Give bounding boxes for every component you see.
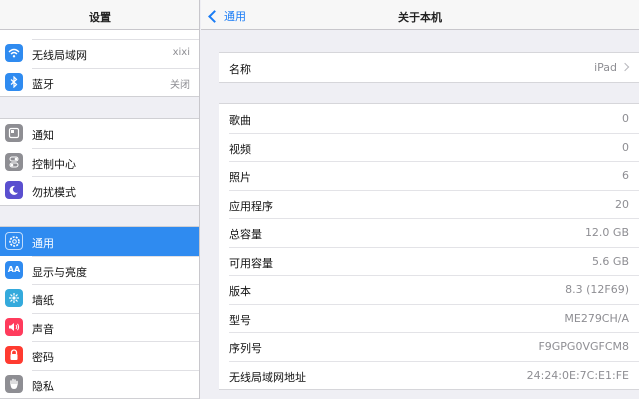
chevron-right-icon	[620, 62, 630, 72]
info-group: 歌曲 0 视频 0 照片 6 应用程序 20 总容量 12.0 GB 可用容量 5.6 GB 版本 8.3…	[219, 103, 639, 390]
sidebar-item-wallpaper[interactable]: 墙纸	[0, 284, 199, 313]
row-value: 8.3 (12F69)	[565, 283, 629, 296]
sidebar-item-label: 控制中心	[32, 157, 76, 171]
sidebar-item-bluetooth[interactable]: 蓝牙 关闭	[0, 67, 199, 97]
sidebar-item-notifications[interactable]: 通知	[0, 119, 199, 148]
name-row[interactable]: 名称 iPad	[219, 53, 639, 82]
row-label: 照片	[229, 171, 251, 184]
sidebar-item-label: 密码	[32, 351, 54, 364]
row-divider	[229, 218, 639, 219]
sidebar: 设置 无线局域网 xixi 蓝牙 关闭 通知 控制中心 勿扰模式 通用 AA 显…	[0, 0, 200, 399]
sidebar-item-label: 隐私	[32, 379, 54, 393]
sidebar-item-label: 声音	[32, 322, 54, 336]
info-row: 应用程序 20	[219, 189, 639, 219]
gear-icon	[5, 232, 23, 250]
row-divider	[229, 303, 639, 305]
row-divider	[229, 189, 639, 191]
sidebar-item-sounds[interactable]: 声音	[0, 312, 199, 342]
display-icon: AA	[5, 260, 23, 279]
sound-icon	[5, 317, 23, 336]
info-row: 照片 6	[219, 161, 639, 190]
sidebar-item-label: 通知	[32, 129, 54, 142]
sidebar-item-label: 通用	[32, 237, 54, 250]
row-value: 20	[615, 197, 629, 211]
info-row: 序列号 F9GPG0VGFCM8	[219, 332, 639, 361]
sidebar-item-label: 无线局域网	[32, 49, 87, 62]
row-label: 歌曲	[229, 114, 251, 127]
row-label: 可用容量	[229, 256, 273, 270]
row-divider	[229, 332, 639, 333]
row-value: 5.6 GB	[591, 254, 629, 268]
sidebar-item-wifi[interactable]: 无线局域网 xixi	[0, 39, 199, 68]
row-divider	[229, 132, 639, 134]
row-value: iPad	[594, 61, 617, 74]
about-panel: 通用 关于本机 名称 iPad 歌曲 0 视频 0 照片 6 应用程序 20 总容量 12.0 G…	[201, 0, 639, 399]
sidebar-item-label: 蓝牙	[32, 77, 54, 91]
wifi-icon	[5, 44, 23, 62]
row-value: 0	[622, 112, 629, 125]
sidebar-item-control-center[interactable]: 控制中心	[0, 147, 199, 177]
row-divider	[229, 360, 639, 362]
row-value: 24:24:0E:7C:E1:FE	[526, 368, 629, 382]
info-row: 可用容量 5.6 GB	[219, 246, 639, 276]
sidebar-item-passcode[interactable]: 密码	[0, 341, 199, 370]
row-label: 无线局域网地址	[229, 370, 306, 384]
row-value: 0	[622, 140, 629, 154]
sidebar-item-label: 勿扰模式	[32, 186, 76, 199]
sidebar-item-label: 墙纸	[32, 294, 54, 307]
row-value: ME279CH/A	[564, 311, 629, 325]
info-row: 总容量 12.0 GB	[219, 218, 639, 247]
info-row: 版本 8.3 (12F69)	[219, 275, 639, 304]
sidebar-item-label: 显示与亮度	[32, 265, 87, 279]
info-row: 视频 0	[219, 132, 639, 162]
hand-icon	[5, 374, 23, 393]
sidebar-item-privacy[interactable]: 隐私	[0, 369, 199, 399]
moon-icon	[5, 181, 23, 199]
info-row: 歌曲 0	[219, 104, 639, 133]
info-row: 无线局域网地址 24:24:0E:7C:E1:FE	[219, 360, 639, 390]
row-value: F9GPG0VGFCM8	[538, 340, 629, 353]
row-label: 应用程序	[229, 199, 273, 213]
page-title: 关于本机	[398, 11, 442, 24]
sidebar-group-notifications: 通知 控制中心 勿扰模式	[0, 118, 199, 206]
sidebar-title: 设置	[89, 11, 111, 24]
row-label: 总容量	[229, 228, 262, 241]
sidebar-header: 设置	[0, 0, 199, 30]
row-label: 序列号	[229, 342, 262, 355]
sidebar-item-value: 关闭	[170, 79, 190, 91]
control-center-icon	[5, 152, 23, 171]
notifications-icon	[5, 124, 23, 142]
sidebar-group-general: 通用 AA 显示与亮度 墙纸 声音 密码 隐私	[0, 226, 199, 399]
row-label: 型号	[229, 313, 251, 327]
row-value: 6	[622, 169, 629, 182]
row-divider	[229, 275, 639, 276]
sidebar-item-do-not-disturb[interactable]: 勿扰模式	[0, 176, 199, 205]
row-value: 12.0 GB	[584, 226, 629, 239]
bluetooth-icon	[5, 72, 23, 91]
sidebar-item-display-brightness[interactable]: AA 显示与亮度	[0, 255, 199, 285]
row-label: 视频	[229, 142, 251, 156]
sidebar-item-general[interactable]: 通用	[0, 227, 199, 256]
name-group: 名称 iPad	[219, 52, 639, 83]
row-label: 版本	[229, 285, 251, 298]
lock-icon	[5, 346, 23, 364]
info-row: 型号 ME279CH/A	[219, 303, 639, 333]
nav-bar: 通用 关于本机	[201, 0, 639, 30]
row-divider	[229, 246, 639, 248]
row-divider	[229, 161, 639, 162]
wallpaper-icon	[5, 289, 23, 307]
row-label: 名称	[229, 63, 251, 76]
sidebar-item-value: xixi	[172, 47, 190, 58]
